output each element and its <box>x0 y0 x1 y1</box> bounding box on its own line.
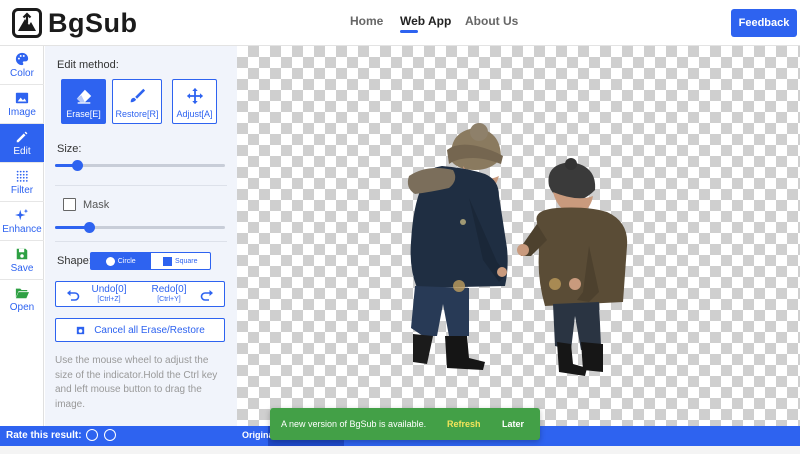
mask-slider-thumb[interactable] <box>84 222 95 233</box>
size-label: Size: <box>57 143 82 155</box>
tool-color[interactable]: Color <box>0 46 44 85</box>
palette-icon <box>15 52 29 65</box>
pencil-icon <box>16 131 28 142</box>
dots-grid-icon <box>16 170 28 182</box>
brush-icon <box>130 88 146 103</box>
mask-label: Mask <box>83 199 110 211</box>
divider <box>55 185 227 186</box>
adjust-label: Adjust[A] <box>176 109 213 119</box>
nav-about-us[interactable]: About Us <box>465 14 518 28</box>
footer-strip <box>0 446 800 454</box>
tool-save[interactable]: Save <box>0 241 44 280</box>
save-icon <box>16 248 28 259</box>
mask-slider[interactable] <box>55 222 225 233</box>
shape-circle-label: Circle <box>117 257 136 265</box>
tool-filter[interactable]: Filter <box>0 163 44 202</box>
tool-open[interactable]: Open <box>0 280 44 319</box>
tool-image-label: Image <box>8 106 36 118</box>
edit-method-label: Edit method: <box>57 59 119 71</box>
shape-square-label: Square <box>174 257 198 265</box>
redo-shortcut: [Ctrl+Y] <box>157 296 181 303</box>
tool-open-label: Open <box>9 302 35 313</box>
tool-color-label: Color <box>10 67 34 79</box>
edit-panel: Edit method: Erase[E] Restore[R] Adjust[… <box>45 46 237 426</box>
redo-label: Redo[0] <box>151 284 187 295</box>
erase-button[interactable]: Erase[E] <box>61 79 106 124</box>
nav-active-indicator <box>400 30 418 33</box>
mask-checkbox[interactable] <box>63 198 76 211</box>
shape-label: Shape: <box>57 255 92 267</box>
adjust-button[interactable]: Adjust[A] <box>172 79 217 124</box>
undo-label: Undo[0] <box>91 284 127 295</box>
size-slider-thumb[interactable] <box>72 160 84 171</box>
eraser-icon <box>76 89 91 104</box>
reset-icon <box>77 326 85 334</box>
header: BgSub Home Web App About Us Feedback <box>0 0 800 46</box>
sparkle-icon <box>15 208 29 220</box>
square-icon <box>162 256 172 266</box>
circle-icon <box>105 256 115 266</box>
update-toast: A new version of BgSub is available. Ref… <box>270 408 540 440</box>
move-icon <box>186 87 203 105</box>
restore-button[interactable]: Restore[R] <box>112 79 162 124</box>
cancel-all-label: Cancel all Erase/Restore <box>94 324 205 336</box>
undo-redo-group: Undo[0] [Ctrl+Z] Redo[0] [Ctrl+Y] <box>55 281 225 307</box>
folder-open-icon <box>15 288 29 299</box>
feedback-button[interactable]: Feedback <box>731 9 797 37</box>
original-toggle[interactable]: Origina <box>242 430 274 440</box>
redo-button[interactable]: Redo[0] [Ctrl+Y] <box>144 285 194 305</box>
toast-message: A new version of BgSub is available. <box>281 419 427 429</box>
logo-icon <box>12 8 42 38</box>
tool-edit[interactable]: Edit <box>0 124 44 163</box>
help-text: Use the mouse wheel to adjust the size o… <box>55 355 218 410</box>
restore-label: Restore[R] <box>115 109 159 119</box>
logo[interactable]: BgSub <box>12 8 138 38</box>
tool-sidebar: Color Image Edit Filter Enhance Save Ope… <box>0 46 44 426</box>
undo-icon[interactable] <box>66 288 80 302</box>
nav-home[interactable]: Home <box>350 14 383 28</box>
rate-result-label: Rate this result: <box>6 430 82 441</box>
child-right <box>517 158 628 376</box>
tool-save-label: Save <box>10 262 34 274</box>
tool-filter-label: Filter <box>10 184 34 196</box>
redo-icon[interactable] <box>200 288 214 302</box>
undo-shortcut: [Ctrl+Z] <box>97 296 121 303</box>
divider <box>55 241 227 242</box>
smile-face-icon[interactable] <box>86 429 98 441</box>
shape-square-option[interactable]: Square <box>151 253 211 269</box>
shape-circle-option[interactable]: Circle <box>91 253 151 269</box>
subject-image <box>407 123 628 376</box>
size-slider[interactable] <box>55 160 225 171</box>
later-button[interactable]: Later <box>502 419 524 429</box>
nav-web-app[interactable]: Web App <box>400 14 451 28</box>
tool-edit-label: Edit <box>13 145 31 157</box>
brand-name: BgSub <box>48 8 138 38</box>
refresh-button[interactable]: Refresh <box>447 419 481 429</box>
child-left <box>407 123 508 370</box>
tool-enhance[interactable]: Enhance <box>0 202 44 241</box>
sad-face-icon[interactable] <box>104 429 116 441</box>
shape-toggle: Circle Square <box>90 252 211 270</box>
tool-image[interactable]: Image <box>0 85 44 124</box>
tool-enhance-label: Enhance <box>2 223 42 235</box>
image-icon <box>15 92 29 103</box>
image-canvas[interactable] <box>237 46 800 426</box>
undo-button[interactable]: Undo[0] [Ctrl+Z] <box>84 285 134 305</box>
cancel-all-button[interactable]: Cancel all Erase/Restore <box>55 318 225 342</box>
erase-label: Erase[E] <box>66 109 101 119</box>
